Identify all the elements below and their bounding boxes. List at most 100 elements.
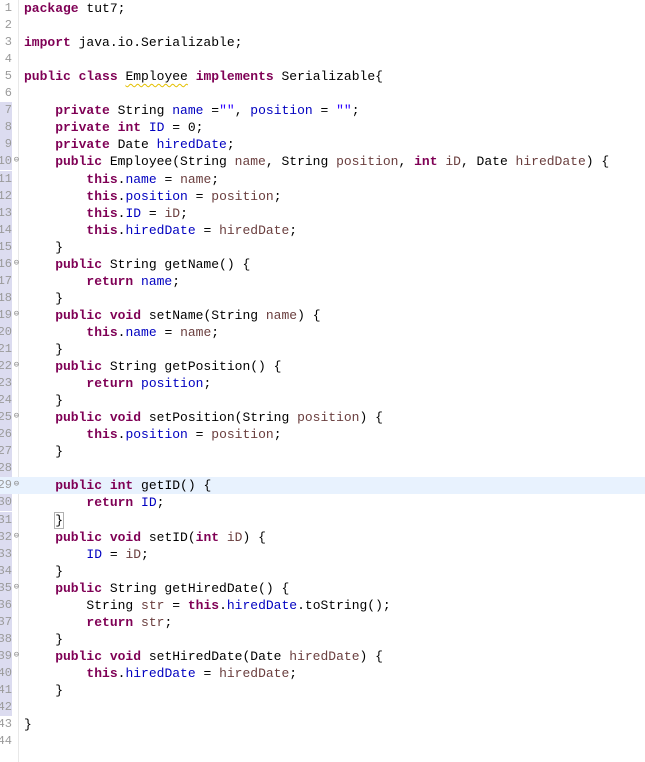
code-token: ; bbox=[289, 665, 298, 681]
code-line[interactable]: 42 bbox=[0, 699, 645, 717]
keyword-token: this bbox=[24, 188, 118, 204]
code-line[interactable]: 38 } bbox=[0, 630, 645, 648]
code-line[interactable]: 26 this.position = position; bbox=[0, 426, 645, 444]
code-token: } bbox=[24, 563, 64, 579]
parameter-token: position bbox=[211, 188, 274, 204]
field-token: ID bbox=[86, 546, 103, 562]
code-text: return position; bbox=[24, 375, 211, 392]
code-token: = bbox=[164, 597, 188, 613]
code-line[interactable]: 9 private Date hiredDate; bbox=[0, 136, 645, 154]
parameter-token: position bbox=[336, 154, 399, 170]
keyword-token: void bbox=[109, 307, 142, 323]
code-line[interactable]: 1 package tut7; bbox=[0, 0, 645, 17]
code-token: } bbox=[24, 393, 64, 409]
code-line[interactable]: 3 import java.io.Serializable; bbox=[0, 34, 645, 51]
parameter-token: name bbox=[180, 324, 212, 340]
line-number: 25 bbox=[0, 409, 12, 427]
code-token: } bbox=[24, 342, 64, 357]
code-line[interactable]: 30 return ID; bbox=[0, 494, 645, 512]
code-line[interactable]: 14 this.hiredDate = hiredDate; bbox=[0, 221, 645, 239]
line-number: 5 bbox=[4, 69, 12, 84]
keyword-token: return bbox=[24, 376, 134, 392]
fold-collapse-icon[interactable]: ⊖ bbox=[12, 582, 21, 592]
code-line[interactable]: 24 } bbox=[0, 392, 645, 410]
code-line[interactable]: 37 return str; bbox=[0, 613, 645, 631]
code-text: public String getPosition() { bbox=[24, 358, 281, 375]
line-number: 21 bbox=[0, 341, 12, 358]
code-line[interactable]: 43} bbox=[0, 716, 645, 733]
code-line[interactable]: 10 ⊖ public Employee(String name, String … bbox=[0, 153, 645, 171]
code-token: = bbox=[141, 205, 165, 221]
code-line[interactable]: 36 String str = this.hiredDate.toString(… bbox=[0, 596, 645, 614]
line-number: 7 bbox=[0, 102, 12, 120]
code-line[interactable]: 39 ⊖ public void setHiredDate(Date hiredD… bbox=[0, 647, 645, 665]
fold-collapse-icon[interactable]: ⊖ bbox=[12, 258, 21, 268]
code-line[interactable]: 29 ⊖ public int getID() { bbox=[0, 477, 645, 495]
code-line[interactable]: 31 } bbox=[0, 511, 645, 529]
code-line[interactable]: 35 ⊖ public String getHiredDate() { bbox=[0, 579, 645, 597]
line-number: 19 bbox=[0, 306, 12, 324]
code-line[interactable]: 23 return position; bbox=[0, 375, 645, 393]
code-line[interactable]: 19 ⊖ public void setName(String name) { bbox=[0, 306, 645, 324]
code-line[interactable]: 2 bbox=[0, 17, 645, 34]
parameter-token: str bbox=[141, 597, 165, 613]
code-line[interactable]: 4 bbox=[0, 51, 645, 68]
fold-collapse-icon[interactable]: ⊖ bbox=[12, 361, 21, 370]
code-text: } bbox=[24, 682, 63, 699]
code-line[interactable]: 22 ⊖ public String getPosition() { bbox=[0, 358, 645, 376]
code-token: ; bbox=[172, 273, 181, 289]
line-number: 37 bbox=[0, 613, 12, 631]
code-line[interactable]: 32 ⊖ public void setID(int iD) { bbox=[0, 528, 645, 546]
keyword-token: public bbox=[24, 580, 103, 596]
code-line[interactable]: 20 this.name = name; bbox=[0, 323, 645, 341]
line-number: 14 bbox=[0, 221, 12, 239]
line-number: 23 bbox=[0, 375, 12, 393]
code-line[interactable]: 41 } bbox=[0, 682, 645, 699]
code-line[interactable]: 18 } bbox=[0, 289, 645, 307]
code-line[interactable]: 8 private int ID = 0; bbox=[0, 119, 645, 137]
code-token: ) { bbox=[359, 410, 383, 426]
code-line[interactable]: 13 this.ID = iD; bbox=[0, 204, 645, 222]
code-line[interactable]: 27 } bbox=[0, 443, 645, 461]
code-line[interactable]: 28 bbox=[0, 460, 645, 478]
fold-collapse-icon[interactable]: ⊖ bbox=[12, 650, 21, 660]
code-line[interactable]: 16 ⊖ public String getName() { bbox=[0, 255, 645, 273]
code-line[interactable]: 5 public class Employee implements Serial… bbox=[0, 68, 645, 85]
code-token: Employee(String bbox=[102, 154, 235, 170]
line-number: 15 bbox=[0, 238, 12, 256]
code-line[interactable]: 11 this.name = name; bbox=[0, 170, 645, 188]
keyword-token: private bbox=[24, 103, 110, 119]
code-editor[interactable]: 1 package tut7; 2 3 import java.io.Serializa… bbox=[0, 0, 645, 762]
code-line[interactable]: 40 this.hiredDate = hiredDate; bbox=[0, 664, 645, 682]
code-line[interactable]: 7 private String name ="", position = ""… bbox=[0, 102, 645, 120]
line-number: 35 bbox=[0, 579, 12, 597]
keyword-token: public bbox=[24, 529, 103, 545]
line-number: 39 bbox=[0, 647, 12, 665]
code-token: ; bbox=[273, 188, 282, 204]
code-line[interactable]: 12 this.position = position; bbox=[0, 187, 645, 205]
code-line[interactable]: 6 bbox=[0, 85, 645, 102]
line-number: 16 bbox=[0, 255, 12, 273]
fold-collapse-icon[interactable]: ⊖ bbox=[12, 309, 21, 319]
fold-collapse-icon[interactable]: ⊖ bbox=[12, 156, 21, 165]
fold-collapse-icon[interactable]: ⊖ bbox=[12, 412, 21, 421]
keyword-token: this bbox=[24, 665, 118, 681]
fold-collapse-icon[interactable]: ⊖ bbox=[12, 480, 21, 489]
keyword-token: package bbox=[24, 1, 79, 16]
code-line[interactable]: 15 } bbox=[0, 238, 645, 256]
fold-collapse-icon[interactable]: ⊖ bbox=[12, 531, 21, 541]
code-line[interactable]: 34 } bbox=[0, 562, 645, 580]
code-token: tut7; bbox=[78, 1, 126, 16]
code-line[interactable]: 17 return name; bbox=[0, 272, 645, 290]
code-line[interactable]: 21 } bbox=[0, 341, 645, 358]
keyword-token: this bbox=[187, 597, 220, 613]
code-token: . bbox=[219, 597, 227, 613]
code-line[interactable]: 25 ⊖ public void setPosition(String posit… bbox=[0, 409, 645, 427]
code-line[interactable]: 33 ID = iD; bbox=[0, 545, 645, 563]
keyword-token: return bbox=[24, 495, 134, 511]
code-line[interactable]: 44 bbox=[0, 733, 645, 750]
